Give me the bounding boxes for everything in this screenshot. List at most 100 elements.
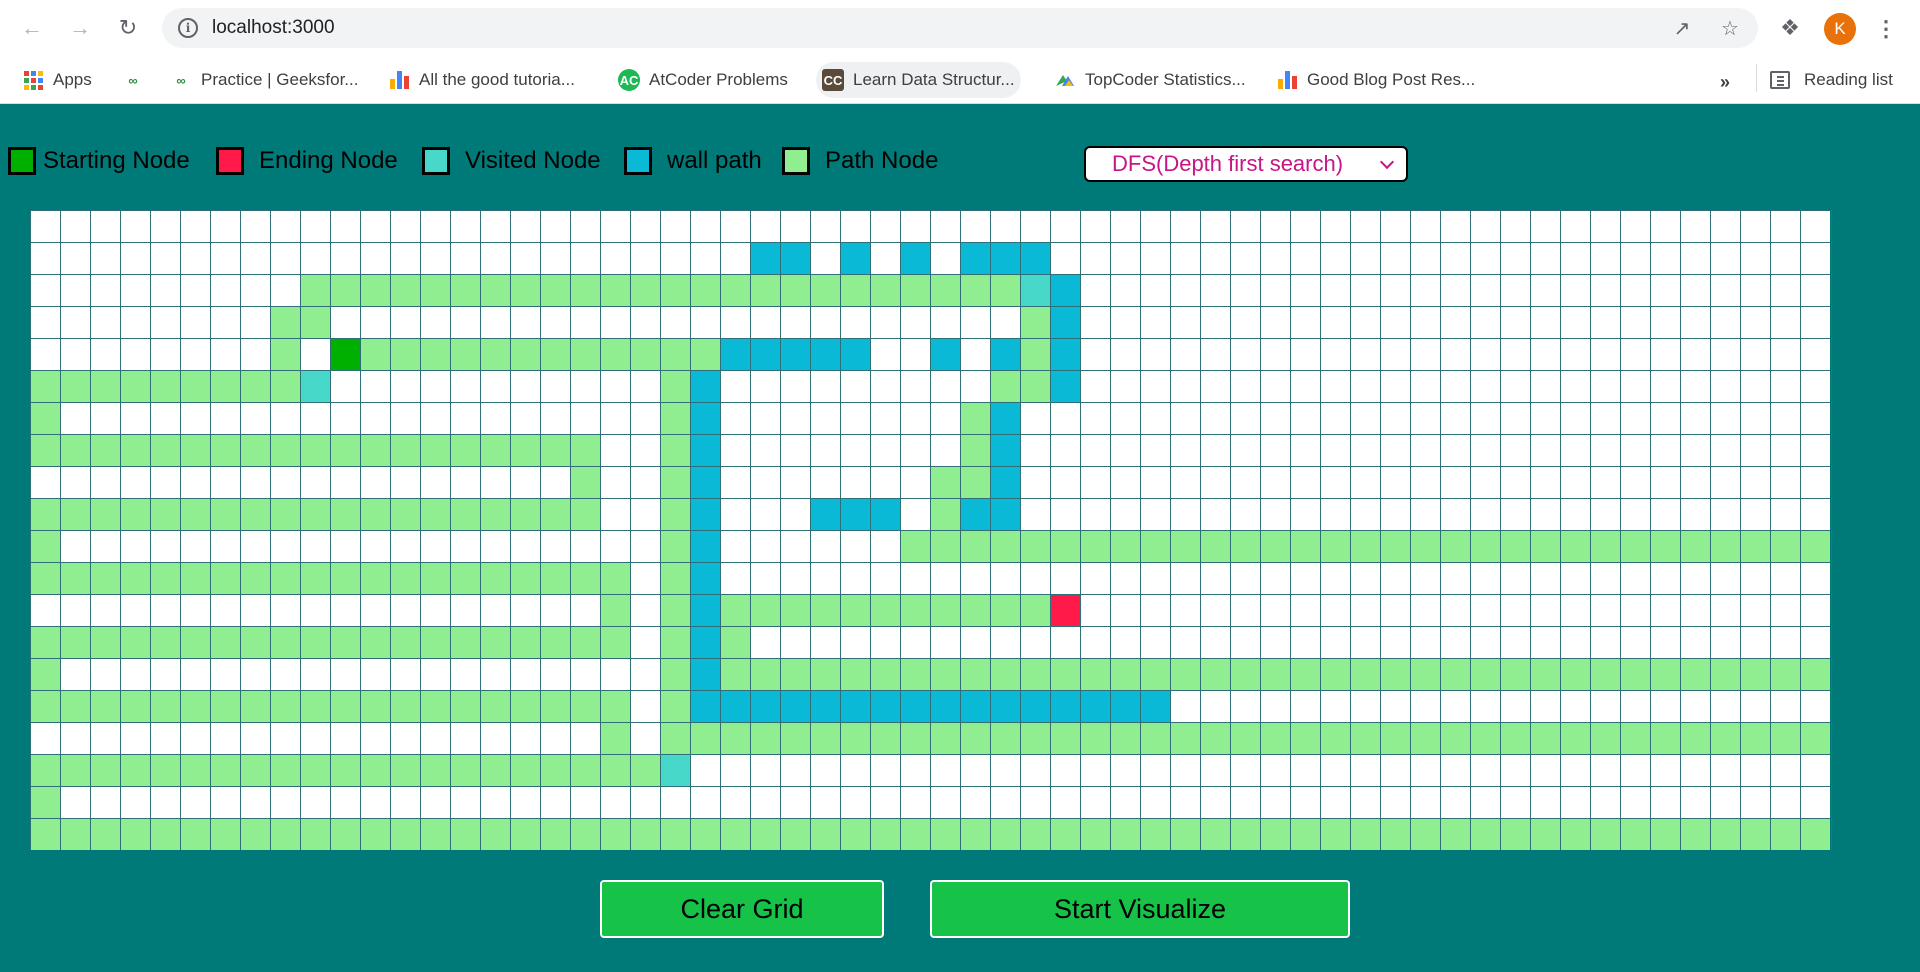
path-cell[interactable] xyxy=(30,626,60,658)
path-cell[interactable] xyxy=(1740,530,1770,562)
grid-cell[interactable] xyxy=(900,306,930,338)
path-cell[interactable] xyxy=(60,498,90,530)
grid-cell[interactable] xyxy=(840,562,870,594)
path-cell[interactable] xyxy=(30,754,60,786)
grid-cell[interactable] xyxy=(180,402,210,434)
wall-cell[interactable] xyxy=(720,338,750,370)
path-cell[interactable] xyxy=(1170,818,1200,850)
grid-cell[interactable] xyxy=(510,722,540,754)
path-cell[interactable] xyxy=(660,466,690,498)
grid-cell[interactable] xyxy=(930,754,960,786)
path-cell[interactable] xyxy=(180,562,210,594)
grid-cell[interactable] xyxy=(390,210,420,242)
grid-cell[interactable] xyxy=(60,306,90,338)
grid-cell[interactable] xyxy=(1350,210,1380,242)
grid-cell[interactable] xyxy=(1470,434,1500,466)
wall-cell[interactable] xyxy=(840,338,870,370)
grid-cell[interactable] xyxy=(360,402,390,434)
path-cell[interactable] xyxy=(600,274,630,306)
grid-cell[interactable] xyxy=(300,242,330,274)
grid-cell[interactable] xyxy=(1170,210,1200,242)
grid-cell[interactable] xyxy=(1260,242,1290,274)
grid-cell[interactable] xyxy=(1560,242,1590,274)
grid-cell[interactable] xyxy=(930,786,960,818)
path-cell[interactable] xyxy=(360,754,390,786)
grid-cell[interactable] xyxy=(1800,690,1830,722)
path-cell[interactable] xyxy=(960,466,990,498)
grid-cell[interactable] xyxy=(1590,306,1620,338)
grid-cell[interactable] xyxy=(90,210,120,242)
path-cell[interactable] xyxy=(660,658,690,690)
grid-cell[interactable] xyxy=(1440,210,1470,242)
wall-cell[interactable] xyxy=(1050,306,1080,338)
grid-cell[interactable] xyxy=(750,402,780,434)
wall-cell[interactable] xyxy=(690,658,720,690)
grid-cell[interactable] xyxy=(420,402,450,434)
path-cell[interactable] xyxy=(1560,658,1590,690)
grid-cell[interactable] xyxy=(1470,466,1500,498)
grid-cell[interactable] xyxy=(1320,274,1350,306)
grid-cell[interactable] xyxy=(120,306,150,338)
grid-cell[interactable] xyxy=(1620,210,1650,242)
grid-cell[interactable] xyxy=(1710,434,1740,466)
grid-cell[interactable] xyxy=(1590,562,1620,594)
grid-cell[interactable] xyxy=(1080,434,1110,466)
path-cell[interactable] xyxy=(1320,658,1350,690)
grid-cell[interactable] xyxy=(450,402,480,434)
path-cell[interactable] xyxy=(60,370,90,402)
grid-cell[interactable] xyxy=(1770,594,1800,626)
grid-cell[interactable] xyxy=(1290,626,1320,658)
grid-cell[interactable] xyxy=(630,242,660,274)
path-cell[interactable] xyxy=(330,626,360,658)
grid-cell[interactable] xyxy=(1650,690,1680,722)
grid-cell[interactable] xyxy=(780,370,810,402)
grid-cell[interactable] xyxy=(1440,626,1470,658)
path-cell[interactable] xyxy=(240,818,270,850)
grid-cell[interactable] xyxy=(1500,690,1530,722)
grid-cell[interactable] xyxy=(1350,690,1380,722)
grid-cell[interactable] xyxy=(900,786,930,818)
grid-cell[interactable] xyxy=(1470,370,1500,402)
path-cell[interactable] xyxy=(1650,722,1680,754)
grid-cell[interactable] xyxy=(1440,786,1470,818)
grid-cell[interactable] xyxy=(690,210,720,242)
path-cell[interactable] xyxy=(960,530,990,562)
path-cell[interactable] xyxy=(90,626,120,658)
grid-cell[interactable] xyxy=(780,786,810,818)
grid-cell[interactable] xyxy=(90,338,120,370)
grid-cell[interactable] xyxy=(1740,498,1770,530)
grid-cell[interactable] xyxy=(300,210,330,242)
grid-cell[interactable] xyxy=(1320,370,1350,402)
path-cell[interactable] xyxy=(510,626,540,658)
wall-cell[interactable] xyxy=(1020,690,1050,722)
path-cell[interactable] xyxy=(630,818,660,850)
grid-cell[interactable] xyxy=(1710,274,1740,306)
grid-cell[interactable] xyxy=(150,242,180,274)
path-cell[interactable] xyxy=(1680,722,1710,754)
grid-cell[interactable] xyxy=(1230,690,1260,722)
grid-cell[interactable] xyxy=(510,402,540,434)
grid-cell[interactable] xyxy=(1230,370,1260,402)
grid-cell[interactable] xyxy=(1470,594,1500,626)
path-cell[interactable] xyxy=(150,498,180,530)
bookmark-practice-geeksforgeeks[interactable]: ∞ Practice | Geeksfor... xyxy=(164,62,364,98)
grid-cell[interactable] xyxy=(1140,626,1170,658)
grid-cell[interactable] xyxy=(510,370,540,402)
grid-cell[interactable] xyxy=(1800,370,1830,402)
wall-cell[interactable] xyxy=(690,690,720,722)
grid-cell[interactable] xyxy=(600,658,630,690)
grid-cell[interactable] xyxy=(630,658,660,690)
path-cell[interactable] xyxy=(30,786,60,818)
grid-cell[interactable] xyxy=(1470,274,1500,306)
path-cell[interactable] xyxy=(1590,818,1620,850)
grid-cell[interactable] xyxy=(1770,370,1800,402)
grid-cell[interactable] xyxy=(1770,754,1800,786)
grid-cell[interactable] xyxy=(360,594,390,626)
grid-cell[interactable] xyxy=(1050,562,1080,594)
grid-cell[interactable] xyxy=(1560,786,1590,818)
path-cell[interactable] xyxy=(300,562,330,594)
grid-cell[interactable] xyxy=(1590,210,1620,242)
grid-cell[interactable] xyxy=(1500,306,1530,338)
path-cell[interactable] xyxy=(1410,722,1440,754)
path-cell[interactable] xyxy=(690,818,720,850)
